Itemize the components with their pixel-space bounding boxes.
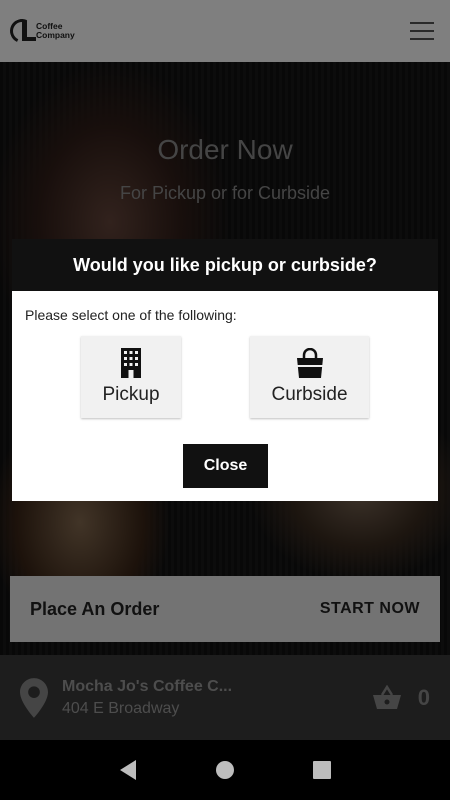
dialog-title: Would you like pickup or curbside?: [12, 239, 438, 291]
curbside-option-button[interactable]: Curbside: [250, 336, 369, 418]
curbside-label: Curbside: [271, 384, 348, 405]
dialog-prompt: Please select one of the following:: [25, 307, 237, 323]
pickup-label: Pickup: [102, 384, 160, 405]
pickup-option-button[interactable]: Pickup: [81, 336, 181, 418]
close-button[interactable]: Close: [183, 444, 268, 488]
recents-icon[interactable]: [302, 750, 342, 790]
shopping-bag-icon: [296, 348, 323, 378]
back-icon[interactable]: [108, 750, 148, 790]
system-nav-bar: [0, 740, 450, 800]
pickup-curbside-dialog: Would you like pickup or curbside? Pleas…: [12, 239, 438, 501]
building-icon: [121, 348, 141, 378]
home-icon[interactable]: [205, 750, 245, 790]
